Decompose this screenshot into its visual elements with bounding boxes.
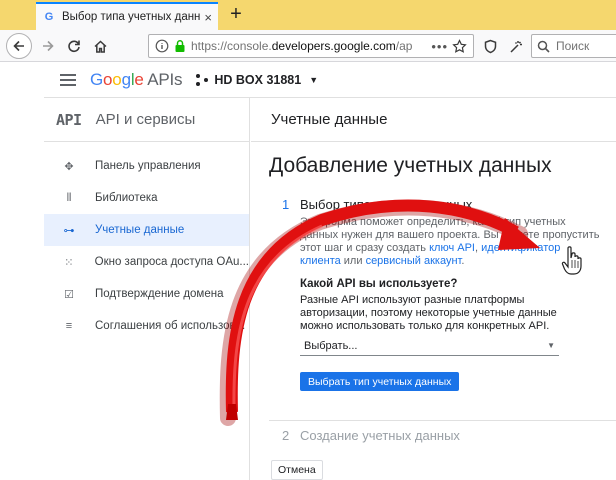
- api-select-dropdown[interactable]: Выбрать... ▼: [300, 336, 559, 356]
- logo-letter: g: [121, 69, 131, 89]
- reload-icon: [68, 40, 80, 53]
- url-suffix: /ap: [395, 39, 413, 53]
- lock-icon: [175, 40, 185, 52]
- step-2-title: Создание учетных данных: [300, 428, 460, 443]
- star-icon[interactable]: [452, 38, 467, 54]
- description-period: .: [461, 255, 465, 267]
- browser-search-input[interactable]: Поиск: [531, 34, 616, 58]
- sidebar-item-library[interactable]: ⦀ Библиотека: [44, 182, 249, 214]
- page-title: Добавление учетных данных: [269, 154, 552, 177]
- url-prefix: https://console.: [191, 39, 272, 53]
- sidebar-item-label: Подтверждение домена: [95, 288, 224, 300]
- home-button[interactable]: [88, 34, 112, 58]
- close-tab-icon[interactable]: ×: [204, 10, 212, 25]
- extension-button[interactable]: [504, 34, 528, 58]
- api-logo-icon: API: [56, 110, 82, 129]
- sidebar-header: API API и сервисы: [44, 98, 249, 142]
- dashboard-icon: ✥: [64, 160, 74, 173]
- api-key-link[interactable]: ключ API: [429, 242, 475, 254]
- select-value: Выбрать...: [304, 339, 358, 352]
- new-tab-button[interactable]: +: [224, 3, 248, 27]
- search-icon: [537, 40, 550, 53]
- shield-icon: [484, 39, 496, 53]
- api-question-label: Какой API вы используете?: [300, 278, 458, 290]
- logo-letter: G: [90, 69, 104, 89]
- chevron-down-icon: ▼: [309, 74, 319, 85]
- step-1-description: Эта форма поможет определить, какой тип …: [300, 216, 600, 268]
- consent-icon: ⁙: [64, 256, 74, 269]
- arrow-right-icon: [43, 40, 54, 52]
- step-2-number: 2: [282, 428, 290, 443]
- cancel-button[interactable]: Отмена: [271, 460, 323, 480]
- google-apis-logo[interactable]: Google APIs: [90, 69, 183, 90]
- dropdown-arrow-icon: ▼: [547, 341, 555, 350]
- project-name: HD BOX 31881: [214, 72, 302, 87]
- shield-button[interactable]: [478, 34, 502, 58]
- address-bar[interactable]: https://console.developers.google.com/ap…: [148, 34, 474, 58]
- sidebar-item-label: Соглашения об использов...: [95, 320, 246, 332]
- console-header: Google APIs HD BOX 31881 ▼: [44, 62, 616, 98]
- browser-nav-bar: https://console.developers.google.com/ap…: [0, 30, 616, 62]
- arrow-left-icon: [13, 40, 24, 52]
- step-divider: [269, 420, 616, 421]
- browser-tab[interactable]: G Выбор типа учетных данны ×: [36, 2, 218, 30]
- domain-check-icon: ☑: [64, 288, 74, 301]
- sidebar: API API и сервисы ✥ Панель управления ⦀ …: [44, 98, 250, 480]
- sidebar-item-label: Библиотека: [95, 192, 158, 204]
- page-actions-icon[interactable]: •••: [431, 39, 448, 54]
- main-header-title: Учетные данные: [251, 98, 616, 142]
- sidebar-item-oauth-consent[interactable]: ⁙ Окно запроса доступа OAu...: [44, 246, 249, 278]
- menu-icon[interactable]: [60, 73, 76, 86]
- step-1-title: Выбор типа учетных данных: [300, 197, 473, 212]
- agreements-icon: ≡: [65, 320, 73, 332]
- service-account-link[interactable]: сервисный аккаунт: [366, 255, 462, 267]
- sidebar-item-label: Окно запроса доступа OAu...: [94, 256, 249, 268]
- description-or: или: [340, 255, 366, 267]
- logo-apis-text: APIs: [143, 69, 183, 89]
- url-text: https://console.developers.google.com/ap: [191, 39, 427, 53]
- sidebar-item-domain-verification[interactable]: ☑ Подтверждение домена: [44, 278, 249, 310]
- project-selector[interactable]: HD BOX 31881 ▼: [196, 73, 318, 87]
- project-icon: [196, 73, 209, 86]
- magic-wand-icon: [509, 40, 522, 53]
- logo-letter: o: [112, 69, 122, 89]
- google-favicon-icon: G: [44, 11, 54, 23]
- home-icon: [93, 39, 107, 53]
- logo-letter: e: [134, 69, 144, 89]
- browser-tab-bar: G Выбор типа учетных данны × +: [0, 0, 616, 30]
- search-placeholder: Поиск: [556, 39, 590, 53]
- sidebar-item-credentials[interactable]: ⊶ Учетные данные: [44, 214, 249, 246]
- step-1-number: 1: [282, 197, 290, 212]
- sidebar-item-dashboard[interactable]: ✥ Панель управления: [44, 150, 249, 182]
- logo-letter: o: [103, 69, 113, 89]
- forward-button[interactable]: [36, 34, 60, 58]
- sidebar-item-agreements[interactable]: ≡ Соглашения об использов...: [44, 310, 249, 342]
- choose-credential-type-button[interactable]: Выбрать тип учетных данных: [300, 372, 460, 391]
- api-question-description: Разные API используют разные платформы а…: [300, 294, 557, 332]
- sidebar-item-label: Учетные данные: [95, 224, 185, 236]
- main-content: Учетные данные Добавление учетных данных…: [251, 98, 616, 480]
- info-icon: [155, 39, 169, 53]
- url-host: developers.google.com: [271, 39, 396, 53]
- tab-title: Выбор типа учетных данны: [62, 11, 201, 23]
- back-button[interactable]: [6, 33, 32, 59]
- sidebar-item-label: Панель управления: [95, 160, 201, 172]
- reload-button[interactable]: [62, 34, 86, 58]
- library-icon: ⦀: [66, 191, 72, 204]
- screenshot-frame: G Выбор типа учетных данны × + https://c…: [0, 0, 616, 480]
- sidebar-title: API и сервисы: [95, 111, 196, 128]
- key-icon: ⊶: [63, 224, 75, 237]
